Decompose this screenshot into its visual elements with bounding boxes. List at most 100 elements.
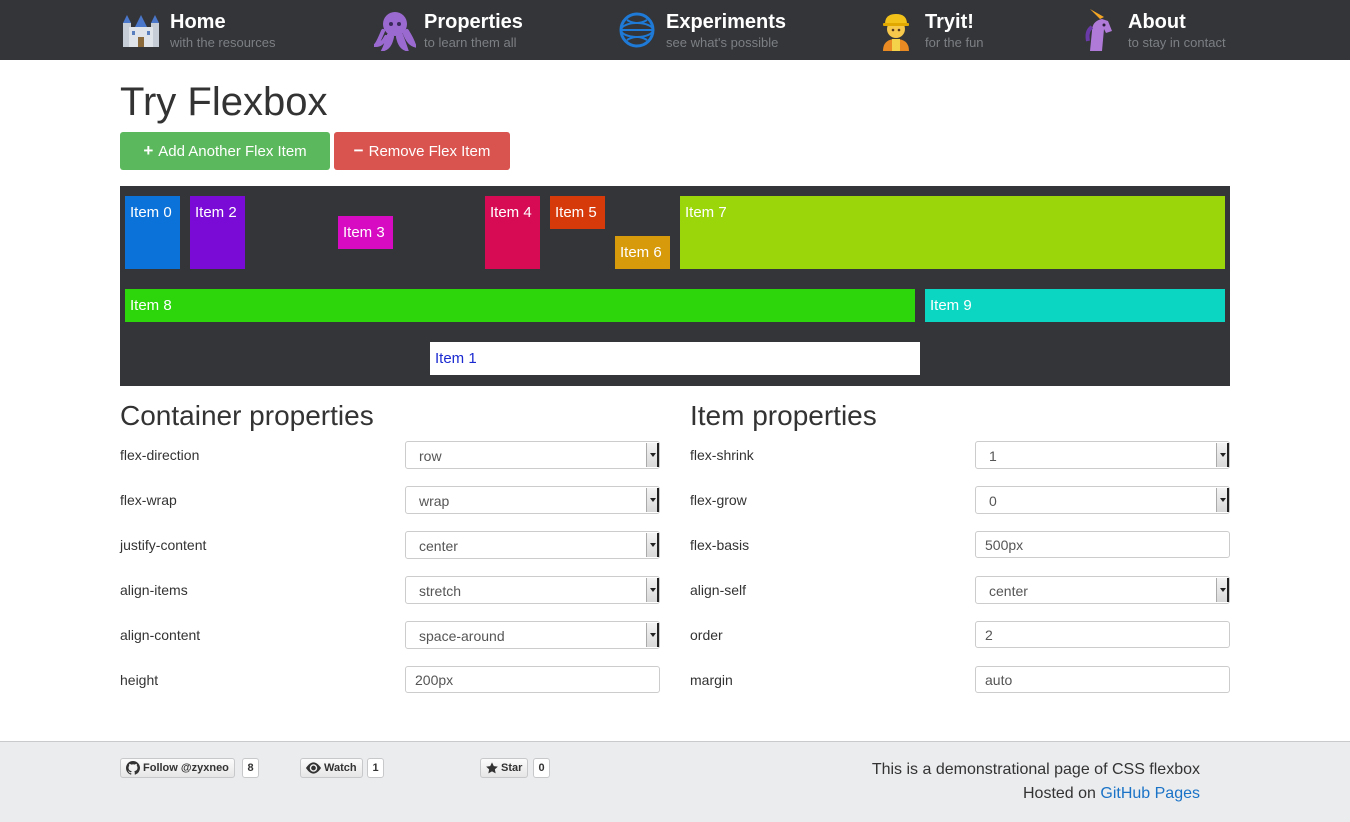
prop-label: flex-shrink [690,447,754,463]
star-count[interactable]: 0 [533,758,550,778]
github-watch-button[interactable]: Watch [300,758,363,778]
flex-item-5[interactable]: Item 5 [550,196,605,229]
flex-item-label: Item 8 [130,297,172,314]
input-value: 2 [985,627,993,643]
minus-icon: − [353,141,364,160]
nav-subtitle: to learn them all [424,34,517,50]
prop-label: flex-basis [690,537,750,553]
container-properties-title: Container properties [120,400,374,431]
github-star-label: Star [501,762,523,774]
nav-title: Properties [424,10,523,33]
flex-item-9[interactable]: Item 9 [925,289,1225,322]
construction-worker-icon [875,9,917,51]
item-properties-title: Item properties [690,400,877,431]
flex-item-label: Item 1 [435,350,477,367]
select-value: 1 [989,448,997,464]
remove-flex-item-label: Remove Flex Item [368,142,491,160]
flex-item-label: Item 3 [343,224,385,241]
nav-item-properties[interactable]: Properties to learn them all [374,6,523,54]
flex-grow-select[interactable]: 0 [975,486,1230,514]
nav-title: Experiments [666,10,787,33]
nav-subtitle: for the fun [925,34,984,50]
align-items-select[interactable]: stretch [405,576,660,604]
select-value: stretch [419,583,462,599]
top-nav: Home with the resources Properties to le… [0,0,1350,60]
flex-item-label: Item 0 [130,204,172,221]
flex-item-7[interactable]: Item 7 [680,196,1225,269]
nav-subtitle: see what's possible [666,34,779,50]
nav-item-tryit[interactable]: Tryit! for the fun [875,6,984,54]
page-title: Try Flexbox [120,80,328,124]
github-star-button[interactable]: Star [480,758,529,778]
align-self-select[interactable]: center [975,576,1230,604]
flex-item-label: Item 9 [930,297,972,314]
github-watch-label: Watch [324,762,357,774]
remove-flex-item-button[interactable]: − Remove Flex Item [334,132,510,170]
flex-direction-select[interactable]: row [405,441,660,469]
align-content-select[interactable]: space-around [405,621,660,649]
flex-item-6[interactable]: Item 6 [615,236,670,269]
flex-basis-input[interactable]: 500px [975,531,1230,558]
chevron-down-icon [646,488,659,512]
footer [0,741,1350,822]
justify-content-select[interactable]: center [405,531,660,559]
chevron-down-icon [646,443,659,467]
select-value: wrap [419,493,450,509]
chevron-down-icon [1216,443,1229,467]
eye-icon [306,762,321,774]
select-value: 0 [989,493,997,509]
castle-icon [120,9,162,51]
nav-subtitle: with the resources [170,34,276,50]
nav-title: Home [170,10,226,33]
flex-item-label: Item 2 [195,204,237,221]
flex-item-4[interactable]: Item 4 [485,196,540,269]
prop-label: justify-content [120,537,207,553]
flex-item-label: Item 7 [685,204,727,221]
flex-container-preview: Item 0 Item 2 Item 3 Item 4 Item 5 Item … [120,186,1230,386]
chevron-down-icon [646,578,659,602]
nav-item-about[interactable]: About to stay in contact [1078,6,1226,54]
nav-subtitle: to stay in contact [1128,34,1226,50]
follower-count[interactable]: 8 [242,758,259,778]
prop-label: flex-wrap [120,492,177,508]
select-value: center [419,538,458,554]
chevron-down-icon [1216,488,1229,512]
chevron-down-icon [646,533,659,557]
nav-title: Tryit! [925,10,974,33]
globe-icon [616,9,658,51]
prop-label: align-items [120,582,188,598]
add-flex-item-button[interactable]: + Add Another Flex Item [120,132,330,170]
select-value: space-around [419,628,505,644]
order-input[interactable]: 2 [975,621,1230,648]
nav-item-experiments[interactable]: Experiments see what's possible [616,6,786,54]
input-value: auto [985,672,1013,688]
watch-count[interactable]: 1 [367,758,384,778]
nav-item-home[interactable]: Home with the resources [120,6,276,54]
prop-label: flex-direction [120,447,200,463]
prop-label: margin [690,672,733,688]
height-input[interactable]: 200px [405,666,660,693]
unicorn-icon [1078,9,1120,51]
github-icon [126,761,140,775]
github-follow-button[interactable]: Follow @zyxneo [120,758,235,778]
prop-label: align-self [690,582,747,598]
footer-hosted-on: Hosted on GitHub Pages [1023,785,1200,803]
margin-input[interactable]: auto [975,666,1230,693]
flex-item-3[interactable]: Item 3 [338,216,393,249]
flex-shrink-select[interactable]: 1 [975,441,1230,469]
flex-item-2[interactable]: Item 2 [190,196,245,269]
flex-item-0[interactable]: Item 0 [125,196,180,269]
github-pages-link[interactable]: GitHub Pages [1100,785,1200,802]
prop-label: align-content [120,627,201,643]
github-follow-label: Follow @zyxneo [143,762,229,774]
plus-icon: + [143,141,154,160]
flex-wrap-select[interactable]: wrap [405,486,660,514]
flex-item-8[interactable]: Item 8 [125,289,915,322]
select-value: center [989,583,1028,599]
chevron-down-icon [1216,578,1229,602]
flex-item-label: Item 5 [555,204,597,221]
star-icon [486,762,498,774]
select-value: row [419,448,442,464]
flex-item-1[interactable]: Item 1 [430,342,920,375]
prop-label: flex-grow [690,492,747,508]
